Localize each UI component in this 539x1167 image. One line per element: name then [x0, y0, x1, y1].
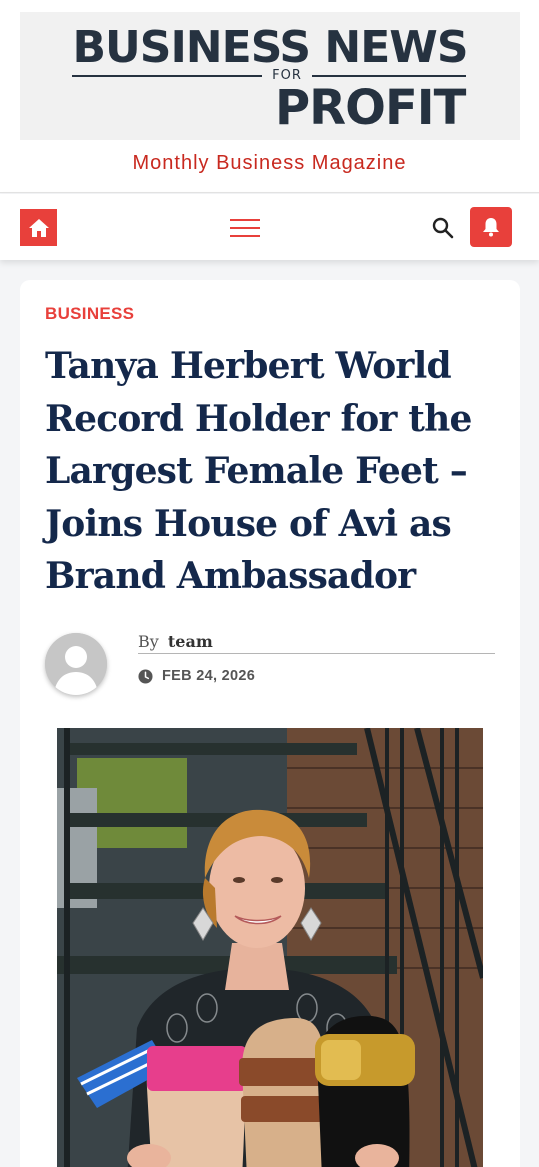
author-avatar[interactable]: [45, 633, 107, 695]
site-tagline: Monthly Business Magazine: [132, 152, 407, 174]
clock-icon: [138, 668, 153, 684]
author-link[interactable]: team: [168, 632, 213, 651]
home-icon: [28, 218, 49, 237]
byline: By team: [138, 632, 495, 654]
article-card: BUSINESS Tanya Herbert World Record Hold…: [20, 280, 520, 1167]
page: BUSINESS NEWS FOR PROFIT Monthly Busines…: [0, 0, 539, 1167]
nav-bar: [0, 194, 539, 260]
site-header: BUSINESS NEWS FOR PROFIT Monthly Busines…: [0, 0, 539, 193]
menu-button[interactable]: [230, 216, 260, 240]
publish-date: FEB 24, 2026: [138, 668, 255, 684]
bell-icon: [483, 218, 499, 237]
article-title: Tanya Herbert World Record Holder for th…: [45, 345, 472, 597]
avatar-placeholder-icon: [45, 633, 107, 695]
logo-rule-left: [72, 75, 262, 77]
hamburger-menu-icon: [230, 219, 260, 221]
search-icon: [432, 217, 454, 239]
logo-rule-right: [312, 75, 466, 77]
date-text[interactable]: FEB 24, 2026: [162, 668, 255, 684]
site-logo[interactable]: BUSINESS NEWS FOR PROFIT: [20, 12, 520, 140]
home-button[interactable]: [20, 209, 57, 246]
category-link[interactable]: BUSINESS: [45, 304, 134, 324]
by-label: By: [138, 632, 159, 651]
featured-image: [57, 728, 483, 1167]
logo-line-business-news: BUSINESS NEWS: [72, 22, 468, 73]
featured-photo: [57, 728, 483, 1167]
logo-line-profit: PROFIT: [275, 80, 466, 136]
notifications-button[interactable]: [470, 207, 512, 247]
search-button[interactable]: [431, 216, 455, 240]
